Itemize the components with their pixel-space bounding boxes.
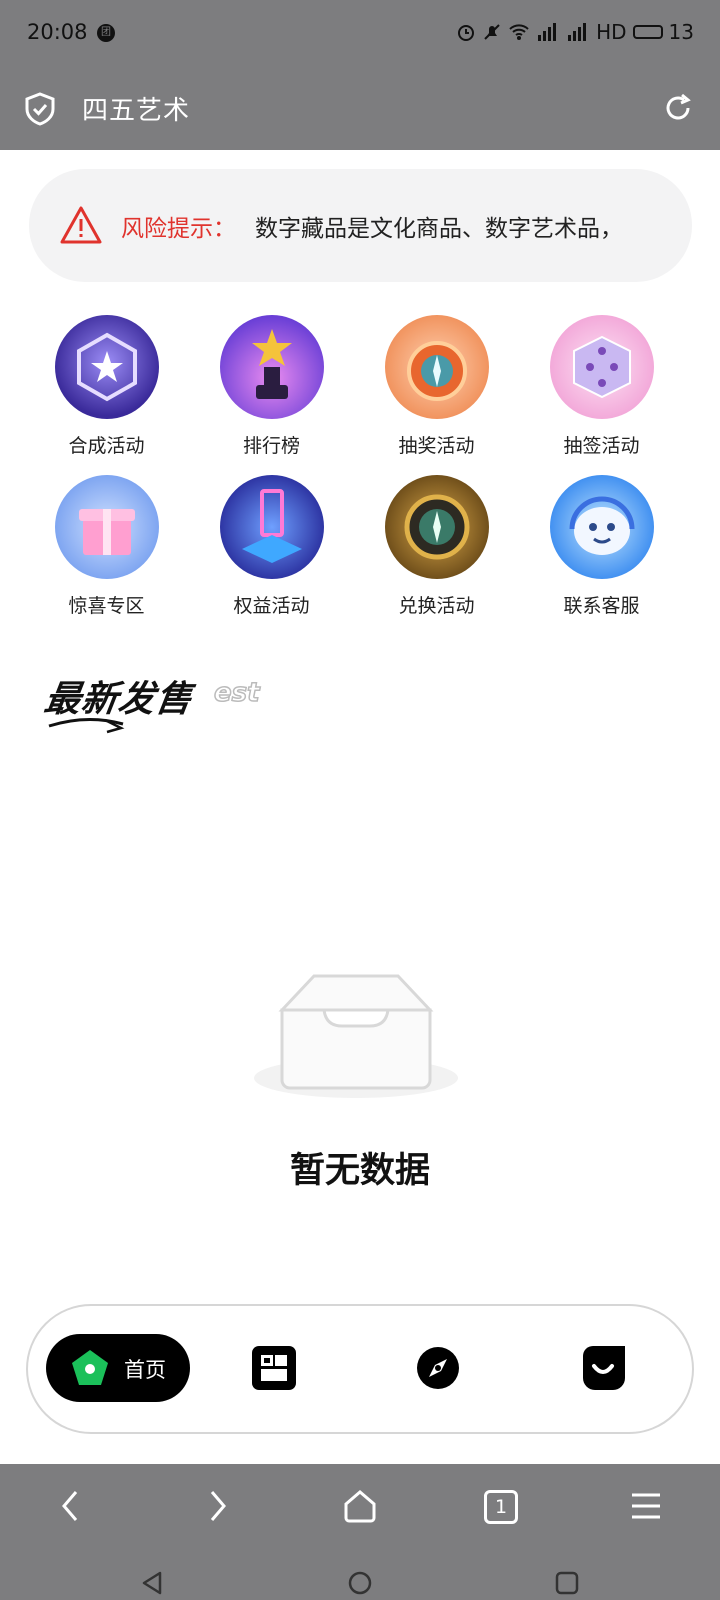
grid-item-surprise[interactable]: 惊喜专区 bbox=[22, 475, 191, 618]
warning-icon bbox=[60, 206, 102, 244]
forward-icon[interactable] bbox=[196, 1486, 236, 1526]
nav-recents-icon[interactable] bbox=[554, 1570, 580, 1596]
risk-label: 风险提示： bbox=[121, 216, 236, 242]
network-label: HD bbox=[596, 20, 627, 44]
status-icons: HD 13 bbox=[456, 20, 694, 44]
status-badge: 团 bbox=[97, 24, 115, 42]
reload-icon[interactable] bbox=[662, 92, 694, 124]
grid-item-synthesis[interactable]: 合成活动 bbox=[22, 315, 191, 458]
alarm-icon bbox=[458, 25, 475, 41]
grid-item-support[interactable]: 联系客服 bbox=[517, 475, 686, 618]
empty-state-text: 暂无数据 bbox=[289, 1151, 430, 1191]
hexagon-star-icon bbox=[54, 315, 159, 419]
compass-orb-icon bbox=[384, 315, 489, 419]
home-icon[interactable] bbox=[340, 1486, 380, 1526]
home-icon bbox=[72, 1350, 108, 1385]
compass-icon[interactable] bbox=[414, 1344, 462, 1392]
tab-bar: 首页 bbox=[26, 1304, 694, 1434]
grid-item-draw[interactable]: 抽签活动 bbox=[517, 315, 686, 458]
status-bar: 20:08 团 HD 13 bbox=[0, 0, 720, 68]
title-bar: 四五艺术 bbox=[0, 68, 720, 150]
section-title-en: est bbox=[213, 677, 260, 709]
grid-item-label: 合成活动 bbox=[68, 435, 145, 457]
wifi-icon bbox=[509, 24, 529, 40]
empty-inbox-icon bbox=[254, 974, 458, 1098]
grid-item-label: 联系客服 bbox=[563, 595, 640, 617]
battery-icon bbox=[632, 25, 663, 39]
shield-check-icon[interactable] bbox=[24, 92, 56, 126]
gift-box-icon bbox=[54, 475, 159, 579]
tab-home[interactable]: 首页 bbox=[46, 1334, 190, 1402]
page-title: 四五艺术 bbox=[82, 96, 191, 126]
support-bot-icon bbox=[549, 475, 654, 579]
market-icon[interactable] bbox=[250, 1344, 298, 1392]
battery-level: 13 bbox=[668, 20, 694, 44]
back-icon[interactable] bbox=[52, 1486, 92, 1526]
swoosh-decoration bbox=[48, 717, 125, 734]
grid-item-label: 抽奖活动 bbox=[398, 435, 475, 457]
nav-home-icon[interactable] bbox=[347, 1570, 373, 1596]
tabs-button[interactable]: 1 bbox=[484, 1490, 518, 1524]
grid-item-ranking[interactable]: 排行榜 bbox=[187, 315, 356, 458]
grid-item-exchange[interactable]: 兑换活动 bbox=[352, 475, 521, 618]
grid-item-label: 抽签活动 bbox=[563, 435, 640, 457]
browser-toolbar: 1 bbox=[0, 1464, 720, 1600]
trophy-star-icon bbox=[219, 315, 324, 419]
grid-item-lottery[interactable]: 抽奖活动 bbox=[352, 315, 521, 458]
nav-back-icon[interactable] bbox=[140, 1570, 166, 1596]
tab-home-label: 首页 bbox=[124, 1358, 166, 1382]
signal-icon bbox=[568, 23, 587, 41]
grid-item-label: 排行榜 bbox=[242, 435, 300, 457]
grid-item-label: 兑换活动 bbox=[398, 595, 475, 617]
risk-notice[interactable]: 风险提示： 数字藏品是文化商品、数字艺术品， bbox=[29, 169, 692, 282]
grid-item-label: 权益活动 bbox=[233, 595, 310, 617]
grid-item-label: 惊喜专区 bbox=[68, 595, 145, 617]
compass-icon bbox=[384, 475, 489, 579]
mute-icon bbox=[484, 24, 500, 40]
risk-text: 数字藏品是文化商品、数字艺术品， bbox=[255, 216, 623, 242]
menu-icon[interactable] bbox=[626, 1486, 666, 1526]
profile-icon[interactable] bbox=[579, 1344, 627, 1392]
grid-item-benefits[interactable]: 权益活动 bbox=[187, 475, 356, 618]
portal-icon bbox=[219, 475, 324, 579]
signal-icon bbox=[538, 23, 557, 41]
dice-icon bbox=[549, 315, 654, 419]
status-time: 20:08 bbox=[27, 20, 88, 44]
